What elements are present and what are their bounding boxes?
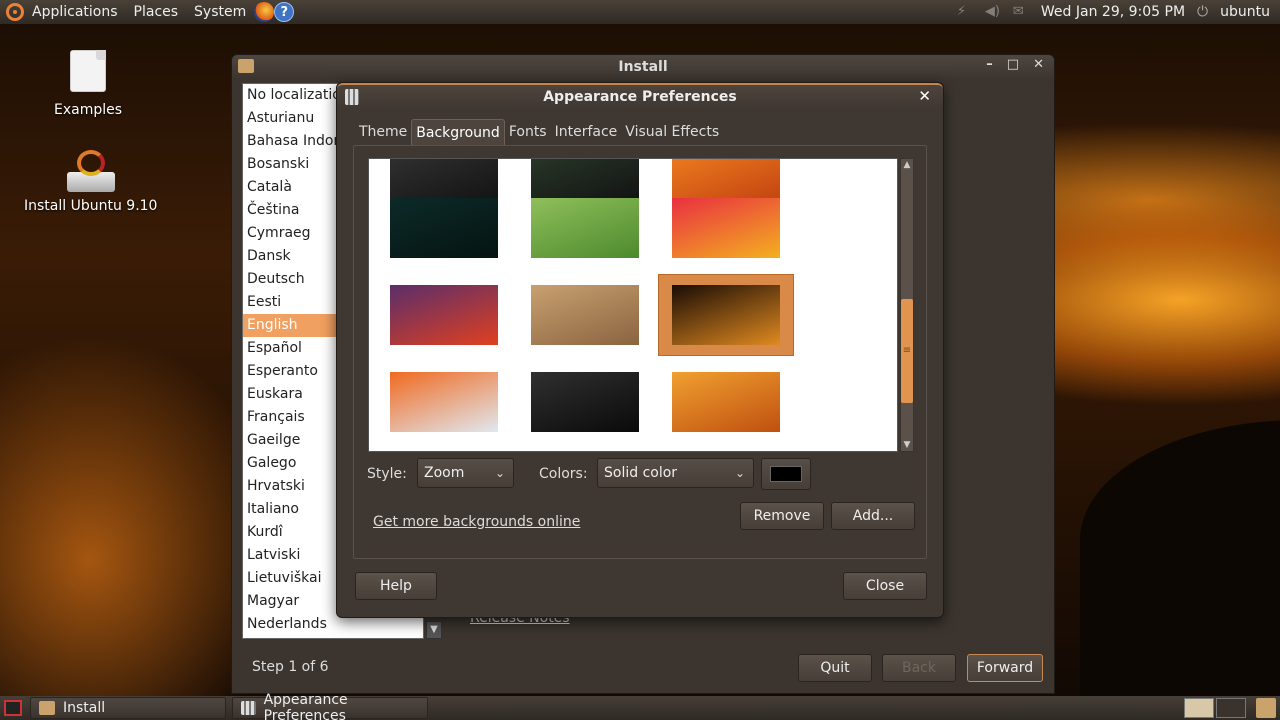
appearance-preferences-window: Appearance Preferences ✕ Theme Backgroun… (336, 82, 944, 618)
menu-system-label: System (194, 4, 247, 20)
tab-background[interactable]: Background (411, 119, 505, 145)
workspace-1[interactable] (1184, 698, 1214, 718)
mail-icon[interactable]: ✉ (1013, 5, 1029, 19)
wallpaper-thumbnail-dark-sunset[interactable] (672, 285, 780, 345)
menu-applications-label: Applications (32, 4, 118, 20)
clock[interactable]: Wed Jan 29, 9:05 PM (1041, 4, 1185, 20)
scroll-down-icon[interactable]: ▼ (426, 621, 442, 639)
workspace-switcher[interactable] (1184, 698, 1246, 718)
wallpaper-thumbnail-abstract-colors[interactable] (390, 372, 498, 432)
style-value: Zoom (424, 465, 465, 481)
firefox-icon[interactable] (254, 2, 275, 22)
document-icon (70, 50, 107, 92)
installer-window-icon (238, 59, 254, 73)
network-icon[interactable]: ⚡ (957, 5, 973, 19)
show-desktop-icon[interactable] (4, 700, 22, 716)
menu-places-label: Places (133, 4, 179, 20)
menu-applications[interactable]: Applications (24, 0, 126, 24)
tab-visual-effects[interactable]: Visual Effects (621, 119, 723, 145)
tab-theme[interactable]: Theme (355, 119, 411, 145)
scroll-up-icon[interactable]: ▲ (901, 159, 913, 171)
color-swatch-button[interactable] (761, 458, 811, 490)
desktop-icon-install[interactable]: Install Ubuntu 9.10 (24, 150, 157, 214)
close-icon[interactable]: ✕ (918, 87, 931, 105)
user-name[interactable]: ubuntu (1220, 4, 1270, 20)
task-install[interactable]: Install (30, 697, 226, 719)
help-button[interactable]: Help (355, 572, 437, 600)
maximize-icon[interactable]: □ (1007, 57, 1019, 72)
desktop-icon-label: Install Ubuntu 9.10 (24, 198, 158, 214)
minimize-icon[interactable]: – (986, 57, 993, 72)
chevron-down-icon: ⌄ (494, 466, 505, 480)
wallpaper-grid[interactable] (368, 158, 898, 452)
wallpaper-thumbnail-water-light[interactable] (390, 198, 498, 258)
system-tray: ⚡ ◀) ✉ Wed Jan 29, 9:05 PM ⏻ ubuntu (957, 0, 1280, 24)
appearance-title: Appearance Preferences (543, 89, 737, 105)
style-combo[interactable]: Zoom ⌄ (417, 458, 514, 488)
wallpaper-thumbnail-red-flowers[interactable] (672, 198, 780, 258)
add-button[interactable]: Add... (831, 502, 915, 530)
workspace-2[interactable] (1216, 698, 1246, 718)
colors-value: Solid color (604, 465, 678, 481)
more-backgrounds-link[interactable]: Get more backgrounds online (373, 514, 580, 530)
wallpaper-thumbnail-green-leaf[interactable] (531, 198, 639, 258)
quit-button[interactable]: Quit (798, 654, 872, 682)
wallpaper-scrollbar[interactable]: ▲ ≡ ▼ (900, 158, 914, 452)
task-appearance[interactable]: Appearance Preferences (232, 692, 428, 720)
color-swatch (770, 466, 802, 482)
installer-task-icon (39, 701, 55, 715)
scroll-thumb[interactable]: ≡ (901, 299, 913, 403)
style-label: Style: (367, 466, 407, 482)
appearance-titlebar[interactable]: Appearance Preferences ✕ (337, 83, 943, 109)
wallpaper-thumbnail-sand-dunes[interactable] (531, 285, 639, 345)
task-label: Appearance Preferences (263, 692, 348, 720)
remove-button[interactable]: Remove (740, 502, 824, 530)
chevron-down-icon: ⌄ (734, 466, 745, 480)
help-icon[interactable]: ? (274, 2, 295, 22)
tab-bar: Theme Background Fonts Interface Visual … (355, 119, 723, 145)
wallpaper-thumbnail-purple-sunset[interactable] (390, 285, 498, 345)
ubuntu-logo-icon[interactable] (6, 3, 24, 21)
colors-label: Colors: (539, 466, 588, 482)
desktop-icon-label: Examples (54, 102, 123, 118)
wallpaper-thumbnail-warm-glow[interactable] (672, 372, 780, 432)
background-tab-panel: ▲ ≡ ▼ Style: Zoom ⌄ Colors: Solid color … (353, 145, 927, 559)
tab-fonts[interactable]: Fonts (505, 119, 551, 145)
colors-combo[interactable]: Solid color ⌄ (597, 458, 754, 488)
volume-icon[interactable]: ◀) (985, 5, 1001, 19)
close-button[interactable]: Close (843, 572, 927, 600)
menu-system[interactable]: System (186, 0, 254, 24)
desktop-icon-examples[interactable]: Examples (54, 50, 122, 118)
install-title: Install (618, 59, 668, 75)
bottom-panel: Install Appearance Preferences (0, 692, 1280, 720)
wallpaper-thumbnail-dark-sparkles[interactable] (531, 372, 639, 432)
trash-icon[interactable] (1256, 698, 1276, 718)
appearance-app-icon (345, 89, 359, 105)
menu-places[interactable]: Places (126, 0, 187, 24)
scroll-down-icon[interactable]: ▼ (901, 439, 913, 451)
forward-button[interactable]: Forward (967, 654, 1043, 682)
task-label: Install (63, 700, 106, 716)
power-icon[interactable]: ⏻ (1197, 4, 1208, 20)
close-icon[interactable]: ✕ (1033, 57, 1044, 72)
top-panel: Applications Places System ? ⚡ ◀) ✉ Wed … (0, 0, 1280, 24)
tab-interface[interactable]: Interface (551, 119, 622, 145)
step-label: Step 1 of 6 (252, 659, 329, 675)
install-titlebar[interactable]: Install – □ ✕ (232, 55, 1054, 79)
installer-icon (66, 150, 115, 192)
back-button[interactable]: Back (882, 654, 956, 682)
appearance-task-icon (241, 701, 256, 715)
